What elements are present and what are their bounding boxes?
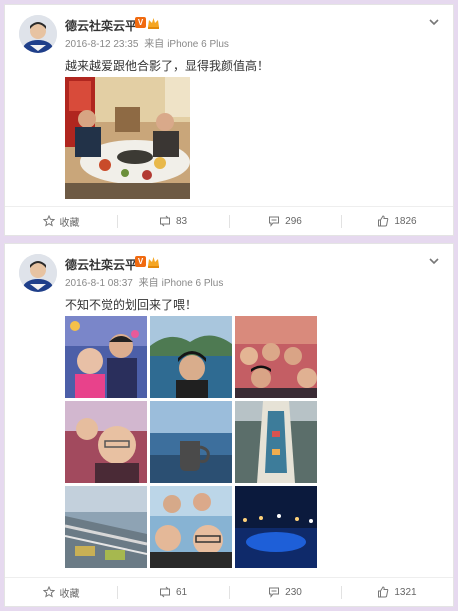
- like-count: 1826: [394, 215, 417, 227]
- vip-badge: V: [135, 256, 146, 267]
- post-photo-7[interactable]: [65, 486, 147, 568]
- post-photo-8[interactable]: [150, 486, 232, 568]
- repost-button[interactable]: 61: [117, 578, 229, 606]
- username[interactable]: 德云社栾云平: [65, 17, 137, 34]
- star-icon: [42, 215, 55, 227]
- post-photo-1[interactable]: [65, 316, 147, 398]
- thumbs-up-icon: [378, 215, 389, 227]
- comment-icon: [269, 587, 280, 598]
- repost-icon: [159, 586, 170, 598]
- favorite-button[interactable]: 收藏: [5, 207, 117, 235]
- repost-count: 61: [175, 586, 188, 598]
- comment-button[interactable]: 296: [229, 207, 341, 235]
- post-photo-3[interactable]: [235, 316, 317, 398]
- avatar[interactable]: [19, 15, 57, 53]
- repost-icon: [159, 215, 170, 227]
- vip-badge: V: [135, 17, 146, 28]
- star-icon: [42, 586, 55, 598]
- weibo-post: 德云社栾云平 V 2016-8-12 23:35 来自 iPhone 6 Plus…: [4, 4, 454, 236]
- avatar[interactable]: [19, 254, 57, 292]
- post-photo-9[interactable]: [235, 486, 317, 568]
- repost-count: 83: [175, 215, 188, 227]
- like-count: 1321: [394, 586, 417, 598]
- repost-button[interactable]: 83: [117, 207, 229, 235]
- post-meta: 2016-8-12 23:35 来自 iPhone 6 Plus: [65, 35, 229, 50]
- post-photo-5[interactable]: [150, 401, 232, 483]
- like-button[interactable]: 1321: [341, 578, 453, 606]
- post-source: iPhone 6 Plus: [167, 39, 229, 50]
- post-photo-4[interactable]: [65, 401, 147, 483]
- source-prefix: 来自: [144, 39, 165, 50]
- comment-count: 230: [285, 586, 302, 598]
- favorite-button[interactable]: 收藏: [5, 578, 117, 606]
- comment-icon: [269, 216, 280, 227]
- source-prefix: 来自: [138, 278, 159, 289]
- chevron-down-icon[interactable]: [427, 15, 441, 29]
- post-photo-2[interactable]: [150, 316, 232, 398]
- username[interactable]: 德云社栾云平: [65, 256, 137, 273]
- favorite-label: 收藏: [59, 217, 80, 229]
- chevron-down-icon[interactable]: [427, 254, 441, 268]
- crown-icon: [147, 255, 160, 268]
- thumbs-up-icon: [378, 586, 389, 598]
- post-date[interactable]: 2016-8-12 23:35: [65, 39, 138, 50]
- action-bar: 收藏 61 230 1321: [5, 577, 453, 606]
- post-source: iPhone 6 Plus: [161, 278, 224, 289]
- comment-button[interactable]: 230: [229, 578, 341, 606]
- post-meta: 2016-8-1 08:37 来自 iPhone 6 Plus: [65, 274, 223, 289]
- favorite-label: 收藏: [59, 588, 80, 600]
- post-photo[interactable]: [65, 77, 190, 199]
- post-date[interactable]: 2016-8-1 08:37: [65, 278, 133, 289]
- post-text: 不知不觉的划回来了喂！: [65, 298, 198, 312]
- comment-count: 296: [285, 215, 302, 227]
- post-photo-6[interactable]: [235, 401, 317, 483]
- weibo-post: 德云社栾云平 V 2016-8-1 08:37 来自 iPhone 6 Plus …: [4, 243, 454, 607]
- crown-icon: [147, 16, 160, 29]
- like-button[interactable]: 1826: [341, 207, 453, 235]
- action-bar: 收藏 83 296 1826: [5, 206, 453, 235]
- post-text: 越来越爱跟他合影了，显得我颜值高！: [65, 59, 270, 73]
